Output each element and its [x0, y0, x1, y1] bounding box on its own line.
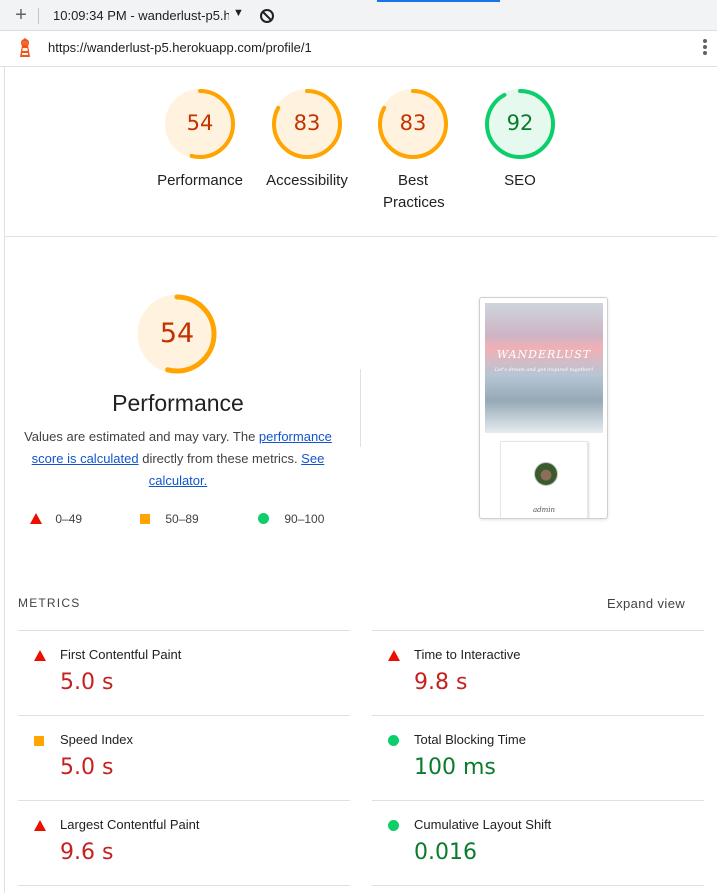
metric-divider: [18, 800, 350, 801]
metric-name: Largest Contentful Paint: [60, 817, 200, 832]
gauge-label: Best Practices: [383, 172, 445, 211]
expand-view-toggle[interactable]: Expand view: [607, 596, 685, 611]
screenshot-tagline: Let's dream and get inspired together!: [494, 367, 594, 373]
screenshot-hero-image: WANDERLUST Let's dream and get inspired …: [485, 303, 603, 433]
metric-value: 5.0 s: [60, 670, 114, 695]
desc-text-2: directly from these metrics.: [138, 451, 302, 466]
more-options-icon[interactable]: [700, 38, 710, 60]
screenshot-brand: WANDERLUST: [496, 348, 592, 361]
avatar: [534, 462, 558, 486]
fail-triangle-icon: [34, 650, 46, 661]
vertical-divider: [360, 369, 361, 447]
pass-circle-icon: [388, 820, 399, 831]
pass-circle-icon: [388, 735, 399, 746]
category-gauge-best-practices[interactable]: 83 Best Practices: [368, 88, 458, 214]
legend-pass-label: 90–100: [284, 512, 325, 526]
screenshot-profile-card: admin: [500, 441, 588, 518]
metric-name: Cumulative Layout Shift: [414, 817, 552, 832]
metric-divider: [372, 800, 704, 801]
metric-cumulative-layout-shift: Cumulative Layout Shift 0.016: [372, 815, 692, 875]
lighthouse-icon: [20, 38, 30, 57]
metric-divider: [18, 715, 350, 716]
gauge-label: Accessibility: [266, 172, 348, 189]
metric-value: 0.016: [414, 840, 477, 865]
metric-value: 9.8 s: [414, 670, 468, 695]
gauge-score: 92: [506, 111, 534, 135]
section-divider: [5, 236, 717, 237]
legend-fail-label: 0–49: [55, 512, 83, 526]
report-url-bar: https://wanderlust-p5.herokuapp.com/prof…: [0, 31, 717, 67]
gauge-score: 54: [186, 111, 214, 135]
performance-score-large: 54: [159, 318, 195, 349]
performance-gauge-large: 54: [136, 293, 218, 375]
category-gauge-seo[interactable]: 92 SEO: [475, 88, 565, 192]
tab-dropdown-icon[interactable]: ▼: [233, 7, 244, 19]
fail-triangle-icon: [388, 650, 400, 661]
metric-name: Speed Index: [60, 732, 134, 747]
gauge-label: SEO: [504, 172, 536, 189]
category-gauge-performance[interactable]: 54 Performance: [155, 88, 245, 192]
metric-speed-index: Speed Index 5.0 s: [18, 730, 338, 790]
metric-name: Time to Interactive: [414, 647, 521, 662]
fail-triangle-icon: [34, 820, 46, 831]
report-url-link[interactable]: https://wanderlust-p5.herokuapp.com/prof…: [48, 40, 312, 55]
metric-divider: [372, 630, 704, 631]
metric-divider: [372, 885, 704, 886]
new-tab-button[interactable]: +: [12, 5, 30, 25]
metric-largest-contentful-paint: Largest Contentful Paint 9.6 s: [18, 815, 338, 875]
gauge-label: Performance: [157, 172, 243, 189]
metric-divider: [18, 885, 350, 886]
metric-divider: [18, 630, 350, 631]
metric-time-to-interactive: Time to Interactive 9.8 s: [372, 645, 692, 705]
metric-value: 5.0 s: [60, 755, 114, 780]
legend-average-label: 50–89: [165, 512, 199, 526]
screenshot-username: admin: [532, 506, 556, 514]
metric-first-contentful-paint: First Contentful Paint 5.0 s: [18, 645, 338, 705]
panel-border: [4, 67, 5, 893]
metrics-heading: METRICS: [18, 596, 81, 610]
category-gauge-accessibility[interactable]: 83 Accessibility: [262, 88, 352, 192]
gauge-score: 83: [293, 111, 321, 135]
tab-strip: + 10:09:34 PM - wanderlust-p5.h ▼: [0, 0, 717, 31]
legend-average: 50–89: [140, 512, 199, 526]
active-tab-indicator: [377, 0, 500, 2]
average-square-icon: [34, 736, 44, 746]
desc-text-1: Values are estimated and may vary. The: [24, 429, 259, 444]
clear-block-icon[interactable]: [260, 9, 274, 23]
metric-value: 100 ms: [414, 755, 496, 780]
metric-name: First Contentful Paint: [60, 647, 182, 662]
performance-description: Values are estimated and may vary. The p…: [18, 426, 338, 492]
metric-name: Total Blocking Time: [414, 732, 526, 747]
tab-divider: [38, 8, 39, 24]
final-screenshot[interactable]: WANDERLUST Let's dream and get inspired …: [479, 297, 608, 519]
legend-fail: 0–49: [30, 512, 82, 526]
metric-value: 9.6 s: [60, 840, 114, 865]
report-tab-title[interactable]: 10:09:34 PM - wanderlust-p5.h: [53, 8, 229, 23]
performance-heading: Performance: [112, 390, 244, 416]
metric-total-blocking-time: Total Blocking Time 100 ms: [372, 730, 692, 790]
legend-pass: 90–100: [258, 512, 324, 526]
fail-triangle-icon: [30, 513, 42, 524]
metric-divider: [372, 715, 704, 716]
average-square-icon: [140, 514, 150, 524]
gauge-score: 83: [399, 111, 427, 135]
pass-circle-icon: [258, 513, 269, 524]
